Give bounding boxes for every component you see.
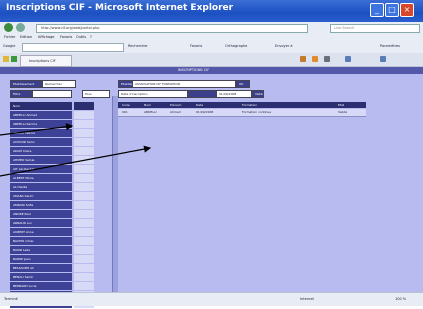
list-item[interactable]: ABDOU Fatima [10,129,72,137]
page-header-bar: INSCRIPTIONS CIF [0,67,423,74]
list-item[interactable]: ANDRE Paul [10,210,72,218]
query-label-date: Date d'inscription [118,90,188,98]
list-item[interactable]: AMARA Karim [10,192,72,200]
list-item[interactable]: ABDELLI Ahmed [10,111,72,119]
add-favorites-icon[interactable] [11,56,17,62]
tab-inscriptions[interactable]: Inscriptions CIF [20,55,72,67]
list-item[interactable]: BACHIR Omar [10,237,72,245]
tab-row: Inscriptions CIF [0,53,423,67]
date-field[interactable]: 01/09/2008 [216,90,252,98]
left-pane: Etablissement Rechercher Filtre Tous Nom… [0,74,112,308]
cell-formation: Formation continue [242,110,272,114]
status-text: Terminé [4,297,18,301]
cell-code: 001 [122,110,128,114]
student-list-col2 [74,102,94,309]
favorites-star-icon[interactable] [3,56,9,62]
grid-col-prenom: Prénom [170,103,182,107]
list-item[interactable]: BARRE Jean [10,255,72,263]
list-item[interactable]: BAKIR Leila [10,246,72,254]
list-item[interactable]: ALI Nadia [10,183,72,191]
grid-header: Code Nom Prénom Date Formation Etat [118,102,366,108]
menu-item-favoris[interactable]: Favoris [60,35,72,39]
student-list: Nom ABDELLI Ahmed ABDELLI Karima ABDOU F… [10,102,72,309]
cell-etat: Validé [338,110,348,114]
etablissement-field[interactable]: ASSOCIATION CIF FORMATION [132,80,236,88]
forward-icon[interactable] [16,23,25,32]
list-item[interactable]: ALBERT Marie [10,174,72,182]
valider-button[interactable]: Valider [252,90,264,98]
grid-col-date: Date [196,103,204,107]
menu-item-help[interactable]: ? [90,35,92,39]
grid-col-etat: Etat [338,103,345,107]
grid-col-code: Code [122,103,130,107]
toolbar-settings[interactable]: Paramètres [380,44,400,48]
list-item[interactable]: AIT ALI Rachid [10,165,72,173]
toolbar-search-button[interactable]: Rechercher [128,44,148,48]
filter-tous[interactable]: Tous [82,90,110,98]
list-item[interactable]: ABDELLI Karima [10,120,72,128]
list-item[interactable]: ARNAUD Luc [10,219,72,227]
toolbar-spellcheck[interactable]: Orthographe [225,44,247,48]
menu-item-outils[interactable]: Outils [76,35,86,39]
grid-col-nom: Nom [144,103,152,107]
cell-prenom: Ahmed [170,110,181,114]
menu-item-affichage[interactable]: Affichage [38,35,54,39]
cell-nom: ABDELLI [144,110,157,114]
search-input[interactable]: Live Search [330,24,420,33]
page-menu-icon[interactable] [345,56,351,62]
list-item[interactable]: ACHOUR Sami [10,138,72,146]
status-zoom[interactable]: 100 % [395,297,406,301]
window-title: Inscriptions CIF - Microsoft Internet Ex… [6,3,234,13]
home-icon[interactable] [300,56,306,62]
toolbar-bookmarks[interactable]: Favoris [190,44,202,48]
ok-button[interactable]: OK [236,80,250,88]
page-content: INSCRIPTIONS CIF Etablissement Recherche… [0,67,423,308]
filter-select[interactable] [32,90,72,98]
list-item[interactable]: AUBERT Anne [10,228,72,236]
rechercher-button[interactable]: Rechercher [42,80,76,88]
page-title: INSCRIPTIONS CIF [178,68,210,72]
table-row[interactable]: 001 ABDELLI Ahmed 01/09/2008 Formation c… [118,109,366,117]
menu-item-edition[interactable]: Edition [20,35,32,39]
google-label: Google [3,44,16,48]
list-item[interactable]: AHMED Samia [10,156,72,164]
search-placeholder: Live Search [334,26,355,30]
filter-label: Filtre [10,90,32,98]
list-item[interactable]: ADAM Claire [10,147,72,155]
list-header: Nom [10,102,72,110]
window-titlebar: Inscriptions CIF - Microsoft Internet Ex… [0,0,423,22]
tab-label: Inscriptions CIF [29,59,56,63]
grid-col-formation: Formation [242,103,258,107]
address-input[interactable]: http://www.cif.org/web/portal.php [36,24,308,33]
menu-item-fichier[interactable]: Fichier [4,35,15,39]
cell-date: 01/09/2008 [196,110,214,114]
status-bar: Terminé Internet 100 % [0,292,423,306]
etablissement-select[interactable]: Etablissement [10,80,42,88]
status-zone: Internet [300,297,314,301]
back-icon[interactable] [4,23,13,32]
minimize-button[interactable]: _ [370,3,384,17]
print-icon[interactable] [324,56,330,62]
list-item[interactable]: AMRANI Sofia [10,201,72,209]
list-item[interactable]: BELKACEM Ali [10,264,72,272]
date-field-label [188,90,218,98]
google-search-input[interactable] [22,43,124,52]
right-pane: Etablissement ASSOCIATION CIF FORMATION … [118,74,423,292]
list-item[interactable]: BERNARD Lucie [10,282,72,290]
maximize-button[interactable]: □ [385,3,399,17]
close-button[interactable]: × [400,3,414,17]
menu-bar: Fichier Edition Affichage Favoris Outils… [0,34,423,41]
toolbar-send[interactable]: Envoyer à [275,44,293,48]
list-item[interactable]: BENALI Samir [10,273,72,281]
tools-menu-icon[interactable] [380,56,386,62]
address-url: http://www.cif.org/web/portal.php [41,26,100,30]
feeds-icon[interactable] [312,56,318,62]
